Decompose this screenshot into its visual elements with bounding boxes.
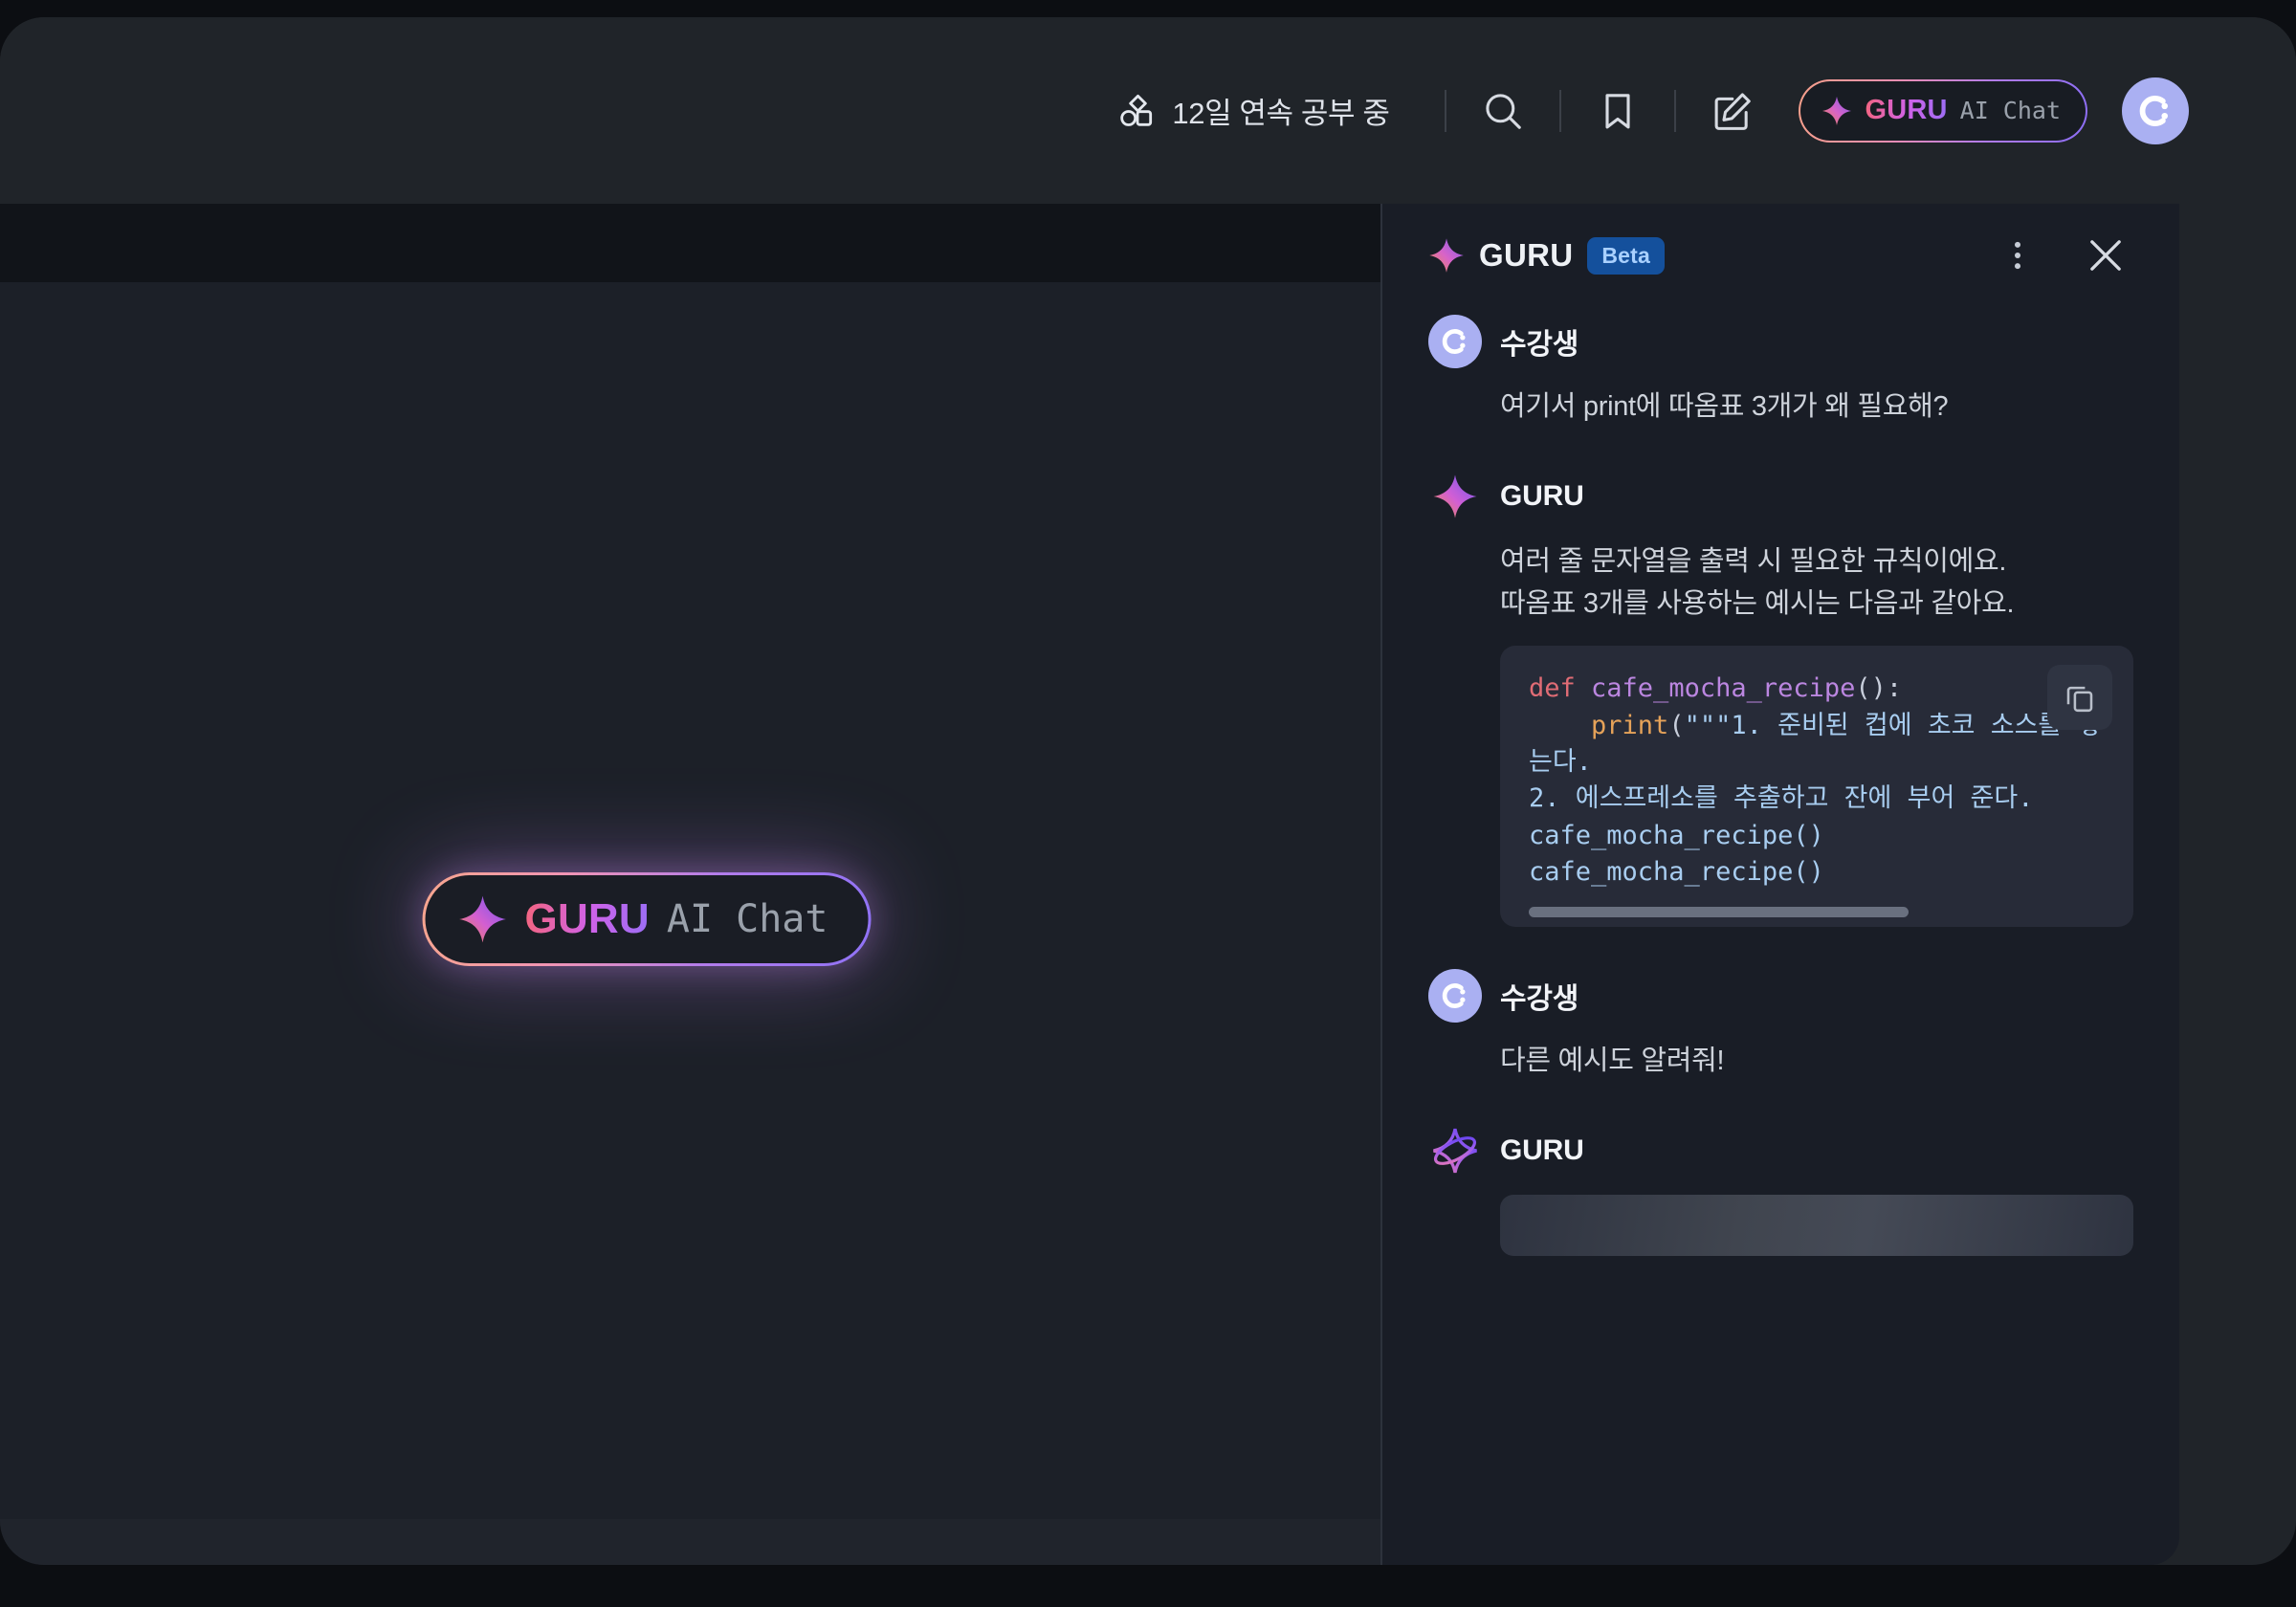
message-text-line-2: 따옴표 3개를 사용하는 예시는 다음과 같아요. [1500, 588, 2015, 620]
chat-message-guru-2-loading: GURU [1428, 1124, 2133, 1257]
message-header: GURU [1428, 470, 2133, 523]
chat-message-guru-1: GURU 여러 줄 문자열을 출력 시 필요한 규칙이에요. 따옴표 3개를 사… [1428, 470, 2133, 928]
top-header-bar: 12일 연속 공부 중 GURU AI Chat [0, 17, 2296, 204]
guru-panel-header: GURU Beta [1382, 204, 2179, 307]
cta-guru-brand: GURU [524, 895, 650, 942]
guru-panel-title: GURU [1479, 237, 1574, 273]
message-author: 수강생 [1500, 329, 1579, 361]
guru-cta-wrapper: GURU AI Chat [422, 872, 872, 966]
user-avatar-icon [1428, 315, 1482, 368]
message-body: 여러 줄 문자열을 출력 시 필요한 규칙이에요. 따옴표 3개를 사용하는 예… [1428, 540, 2133, 625]
code-line-2: print("""1. 준비된 컵에 초코 소스를 넣는다. [1529, 708, 2105, 781]
code-line-4: cafe_mocha_recipe() [1529, 820, 1824, 850]
sparkle-icon [1428, 470, 1482, 523]
sparkle-icon [1428, 237, 1465, 274]
guru-chat-panel: GURU Beta 수강생 여기서 print에 따옴표 3개가 왜 필요해? … [1382, 204, 2179, 1565]
code-token-keyword: def [1529, 673, 1576, 704]
code-token-punct: (): [1855, 673, 1903, 704]
message-body: 다른 예시도 알려줘! [1428, 1040, 2133, 1082]
main-body: GURU AI Chat GURU Beta 수강생 여기서 print에 따옴… [0, 204, 2296, 1565]
code-scrollbar-thumb[interactable] [1529, 907, 1910, 918]
code-line-1: def cafe_mocha_recipe(): [1529, 671, 2105, 707]
code-horizontal-scrollbar[interactable] [1529, 907, 2105, 918]
header-divider-2 [1559, 89, 1562, 132]
streak-indicator[interactable]: 12일 연속 공부 중 [1117, 89, 1418, 132]
code-token-function-name: cafe_mocha_recipe [1575, 673, 1856, 704]
header-divider-1 [1445, 89, 1447, 132]
message-header: 수강생 [1428, 315, 2133, 368]
app-window: 12일 연속 공부 중 GURU AI Chat GURU AI Chat GU… [0, 17, 2296, 1565]
code-block: def cafe_mocha_recipe(): print("""1. 준비된… [1500, 646, 2133, 928]
message-text: 다른 예시도 알려줘! [1500, 1046, 1725, 1077]
content-bottom-band [0, 1519, 1380, 1565]
chat-message-user-1: 수강생 여기서 print에 따옴표 3개가 왜 필요해? [1428, 315, 2133, 428]
copy-icon[interactable] [2047, 665, 2112, 731]
more-vertical-icon[interactable] [1988, 226, 2047, 285]
sparkle-icon [1821, 96, 1852, 126]
header-guru-brand: GURU [1865, 95, 1948, 125]
code-token-paren: ( [1668, 710, 1685, 740]
message-body: 여기서 print에 따옴표 3개가 왜 필요해? [1428, 385, 2133, 428]
message-author: GURU [1500, 480, 1584, 513]
close-icon[interactable] [2076, 226, 2135, 285]
guru-ai-chat-cta-button[interactable]: GURU AI Chat [422, 872, 872, 966]
loading-skeleton-bar [1500, 1195, 2133, 1257]
message-text-line-1: 여러 줄 문자열을 출력 시 필요한 규칙이에요. [1500, 546, 2007, 578]
code-line-3: 2. 에스프레소를 추출하고 잔에 부어 준다. [1529, 783, 2034, 814]
message-header: 수강생 [1428, 969, 2133, 1024]
course-content-area: GURU AI Chat [0, 204, 1380, 1565]
guru-panel-actions [1988, 226, 2135, 285]
message-header: GURU [1428, 1124, 2133, 1178]
desktop-background: 12일 연속 공부 중 GURU AI Chat GURU AI Chat GU… [0, 0, 2296, 1607]
code-line-5: cafe_mocha_recipe() [1529, 856, 1824, 887]
chat-message-user-2: 수강생 다른 예시도 알려줘! [1428, 969, 2133, 1082]
search-icon[interactable] [1473, 81, 1533, 141]
header-guru-suffix: AI Chat [1959, 97, 2061, 124]
cta-guru-suffix: AI Chat [666, 897, 828, 941]
streak-label: 12일 연속 공부 중 [1172, 97, 1390, 130]
sparkle-icon [458, 894, 508, 944]
content-top-band [0, 204, 1380, 282]
message-text: 여기서 print에 따옴표 3개가 왜 필요해? [1500, 391, 1949, 422]
guru-panel-title-group: GURU Beta [1428, 236, 1666, 275]
compose-icon[interactable] [1703, 81, 1762, 141]
bookmark-icon[interactable] [1588, 81, 1647, 141]
shapes-icon [1117, 92, 1156, 130]
message-author: 수강생 [1500, 983, 1579, 1016]
sparkle-spin-icon [1428, 1124, 1482, 1178]
header-guru-ai-chat-button[interactable]: GURU AI Chat [1799, 78, 2087, 143]
chat-message-list: 수강생 여기서 print에 따옴표 3개가 왜 필요해? GURU 여러 줄 … [1382, 307, 2179, 1257]
message-author: GURU [1500, 1134, 1584, 1167]
user-avatar-icon [1428, 969, 1482, 1024]
user-avatar-icon[interactable] [2122, 77, 2189, 144]
header-divider-3 [1674, 89, 1677, 132]
code-token-print: print [1529, 710, 1669, 740]
beta-badge: Beta [1587, 236, 1666, 275]
